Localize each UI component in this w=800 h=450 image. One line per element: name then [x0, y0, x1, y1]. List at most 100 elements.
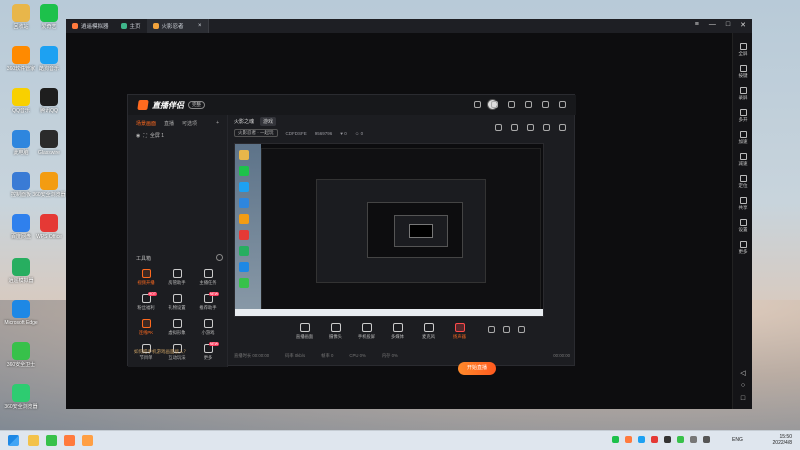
desktop-icon[interactable]: 逍遥模拟器	[2, 258, 40, 284]
desktop-icon[interactable]: 360安全浏览器	[2, 384, 40, 410]
source-button[interactable]: 多媒体	[385, 323, 410, 340]
tool-button[interactable]: 虚拟形象	[163, 319, 191, 336]
emulator-taskbar-icon[interactable]	[64, 435, 75, 446]
source-button[interactable]: 扬声器	[447, 323, 472, 340]
lock-icon[interactable]	[511, 124, 518, 131]
close-icon[interactable]	[559, 101, 566, 108]
go-live-button[interactable]: 开始直播	[458, 362, 496, 375]
source-button[interactable]: 麦克风	[416, 323, 441, 340]
stream-title[interactable]: 火影之魂	[234, 118, 254, 125]
emulator-sidebar-button[interactable]: 按键	[733, 65, 753, 79]
add-scene-icon[interactable]: +	[216, 120, 219, 127]
minimize-icon[interactable]: —	[709, 21, 716, 29]
room-number: 9569796	[314, 130, 333, 136]
desktop-icon[interactable]: 酷狗音乐	[30, 46, 68, 72]
desktop-icon[interactable]: 爱奇艺	[30, 4, 68, 30]
share-icon[interactable]	[559, 124, 566, 131]
scene-row[interactable]: ◉ ⛶ 全屏 1	[128, 132, 227, 140]
emulator-sidebar-button[interactable]: 多开	[733, 109, 753, 123]
room-id: CDFDSFE	[285, 130, 307, 136]
menu-icon[interactable]	[525, 101, 532, 108]
eye-icon[interactable]: ◉	[136, 133, 140, 139]
tool-button[interactable]: 视频开播	[132, 269, 160, 286]
minimize-icon[interactable]	[542, 101, 549, 108]
message-icon[interactable]	[474, 101, 481, 108]
settings-icon[interactable]	[508, 101, 515, 108]
settings-icon[interactable]	[518, 326, 525, 333]
maximize-icon[interactable]: □	[726, 21, 730, 29]
menu-icon[interactable]: ≡	[695, 21, 699, 29]
tab-naruto[interactable]: 火影忍者 ×	[146, 19, 209, 33]
layout-icon[interactable]	[495, 124, 502, 131]
app-icon	[12, 300, 30, 318]
tab-scene[interactable]: 场景画面	[136, 120, 156, 127]
bell-icon[interactable]	[543, 124, 550, 131]
gift-icon[interactable]	[491, 101, 498, 108]
tray-app-icon[interactable]	[625, 436, 632, 443]
emulator-sidebar-button[interactable]: 加速	[733, 131, 753, 145]
viewer-value: 0	[360, 130, 364, 136]
recent-apps-icon[interactable]: □	[733, 395, 753, 402]
emulator-sidebar-button[interactable]: 定位	[733, 175, 753, 189]
tray-app-icon[interactable]	[677, 436, 684, 443]
emulator-sidebar-button[interactable]: 录屏	[733, 87, 753, 101]
tab-live[interactable]: 直播	[164, 120, 174, 127]
input-language[interactable]: ENG	[732, 437, 743, 443]
back-icon[interactable]: ◁	[733, 369, 753, 377]
desktop-icon[interactable]: WPS Office	[30, 214, 68, 240]
tool-button[interactable]: HOT 粉丝福利	[132, 292, 160, 311]
desktop-icon[interactable]: 360安全卫士	[2, 342, 40, 368]
clock[interactable]: 15:50 2022/4/8	[773, 434, 792, 446]
emulator-sidebar-button[interactable]: 更多	[733, 241, 753, 255]
tab-home[interactable]: 主页	[115, 19, 147, 33]
desktop-icon[interactable]: 360安全浏览器	[30, 172, 68, 198]
tool-button[interactable]: 小游戏	[194, 319, 222, 336]
start-icon[interactable]	[8, 435, 19, 446]
category-chip[interactable]: 游戏	[260, 117, 277, 126]
file-explorer-icon[interactable]	[28, 435, 39, 446]
tool-button[interactable]: NEW 更多	[194, 342, 222, 361]
help-link[interactable]: 如何把手机游戏画面接入？	[134, 349, 188, 355]
tray-app-icon[interactable]	[664, 436, 671, 443]
tool-button[interactable]: 连线PK	[132, 319, 160, 336]
tray-app-icon[interactable]	[638, 436, 645, 443]
browser-icon[interactable]	[46, 435, 57, 446]
close-window-icon[interactable]: ✕	[740, 21, 746, 29]
tool-button[interactable]: NEW 推荐助手	[194, 292, 222, 311]
mode-badge[interactable]: 完整	[188, 101, 205, 109]
tool-button[interactable]: 房管助手	[163, 269, 191, 286]
desktop-icon[interactable]: Microsoft Edge	[2, 300, 40, 326]
tool-icon	[203, 319, 213, 328]
emulator-sidebar-button[interactable]: 全屏	[733, 43, 753, 57]
volume-icon[interactable]	[703, 436, 710, 443]
tab-emulator-home[interactable]: 逍遥模拟器	[66, 19, 115, 33]
tool-tag: NEW	[208, 342, 219, 346]
desktop-icon[interactable]: 腾讯QQ	[30, 88, 68, 114]
upload-icon[interactable]	[527, 124, 534, 131]
preview-actions	[495, 124, 566, 131]
live-companion-taskbar-icon[interactable]	[82, 435, 93, 446]
tray-app-icon[interactable]	[651, 436, 658, 443]
tray-app-icon[interactable]	[612, 436, 619, 443]
tab-options[interactable]: 可选项	[182, 120, 197, 127]
source-icon	[330, 323, 341, 332]
tab-label: 逍遥模拟器	[81, 24, 109, 30]
camera-icon[interactable]	[488, 326, 495, 333]
app-icon	[40, 172, 58, 190]
tool-button[interactable]: 礼物设置	[163, 294, 191, 311]
toolbox-expand-icon[interactable]	[216, 254, 223, 261]
tool-button[interactable]: 主播任务	[194, 269, 222, 286]
source-button[interactable]: 直播画面	[292, 323, 317, 340]
tray-app-icon[interactable]	[690, 436, 697, 443]
close-icon[interactable]: ×	[198, 23, 202, 29]
eye-icon[interactable]	[503, 326, 510, 333]
desktop-icon[interactable]: Glasswire	[30, 130, 68, 156]
source-button[interactable]: 摄像头	[323, 323, 348, 340]
emulator-sidebar-button[interactable]: 共享	[733, 197, 753, 211]
emulator-sidebar-button[interactable]: 减速	[733, 153, 753, 167]
home-icon[interactable]: ○	[733, 382, 753, 389]
stream-preview[interactable]	[234, 143, 544, 317]
source-button[interactable]: 手机投屏	[354, 323, 379, 340]
game-chip[interactable]: 火影忍者 · 一起玩	[234, 129, 278, 137]
emulator-sidebar-button[interactable]: 设置	[733, 219, 753, 233]
